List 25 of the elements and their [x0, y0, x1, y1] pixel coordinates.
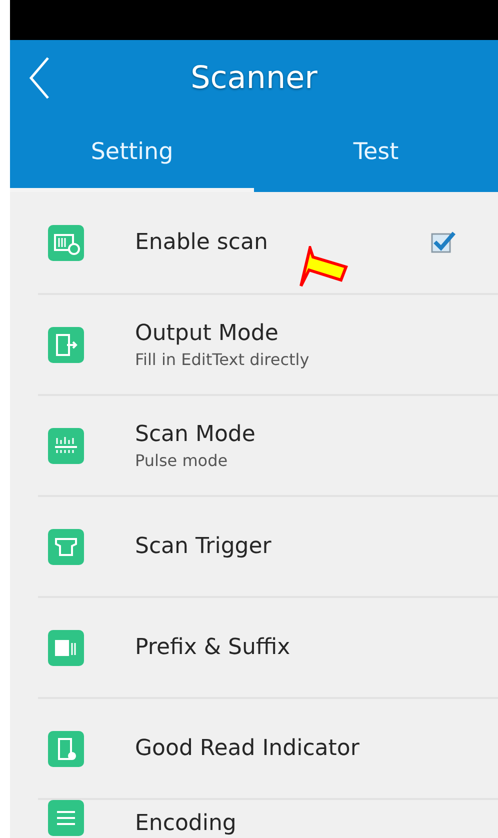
setting-value: Fill in EditText directly	[135, 350, 310, 368]
setting-title: Good Read Indicator	[135, 736, 360, 761]
settings-row[interactable]: Enable scan	[38, 192, 498, 293]
setting-title: Enable scan	[135, 230, 269, 255]
setting-title: Encoding	[135, 811, 238, 836]
setting-icon	[48, 428, 84, 464]
settings-row[interactable]: Encoding	[38, 798, 498, 838]
setting-value: Pulse mode	[135, 450, 229, 470]
setting-icon	[48, 224, 84, 260]
settings-row[interactable]: Scan Trigger	[38, 495, 498, 596]
setting-icon	[48, 528, 84, 564]
settings-row[interactable]: Output Mode Fill in EditText directly	[38, 293, 498, 394]
settings-row[interactable]: Prefix & Suffix	[38, 596, 498, 697]
setting-icon	[48, 800, 84, 836]
setting-icon	[48, 326, 84, 362]
settings-row[interactable]: Scan Mode Pulse mode	[38, 394, 498, 495]
setting-icon	[48, 630, 84, 666]
setting-title: Scan Mode	[135, 422, 256, 446]
setting-title: Scan Trigger	[135, 534, 272, 559]
page-title: Scanner	[190, 60, 318, 96]
enable-checkbox[interactable]	[430, 230, 456, 256]
setting-icon	[48, 730, 84, 766]
setting-title: Output Mode	[135, 320, 280, 346]
setting-title: Prefix & Suffix	[135, 635, 292, 660]
settings-row[interactable]: Good Read Indicator	[38, 697, 498, 798]
